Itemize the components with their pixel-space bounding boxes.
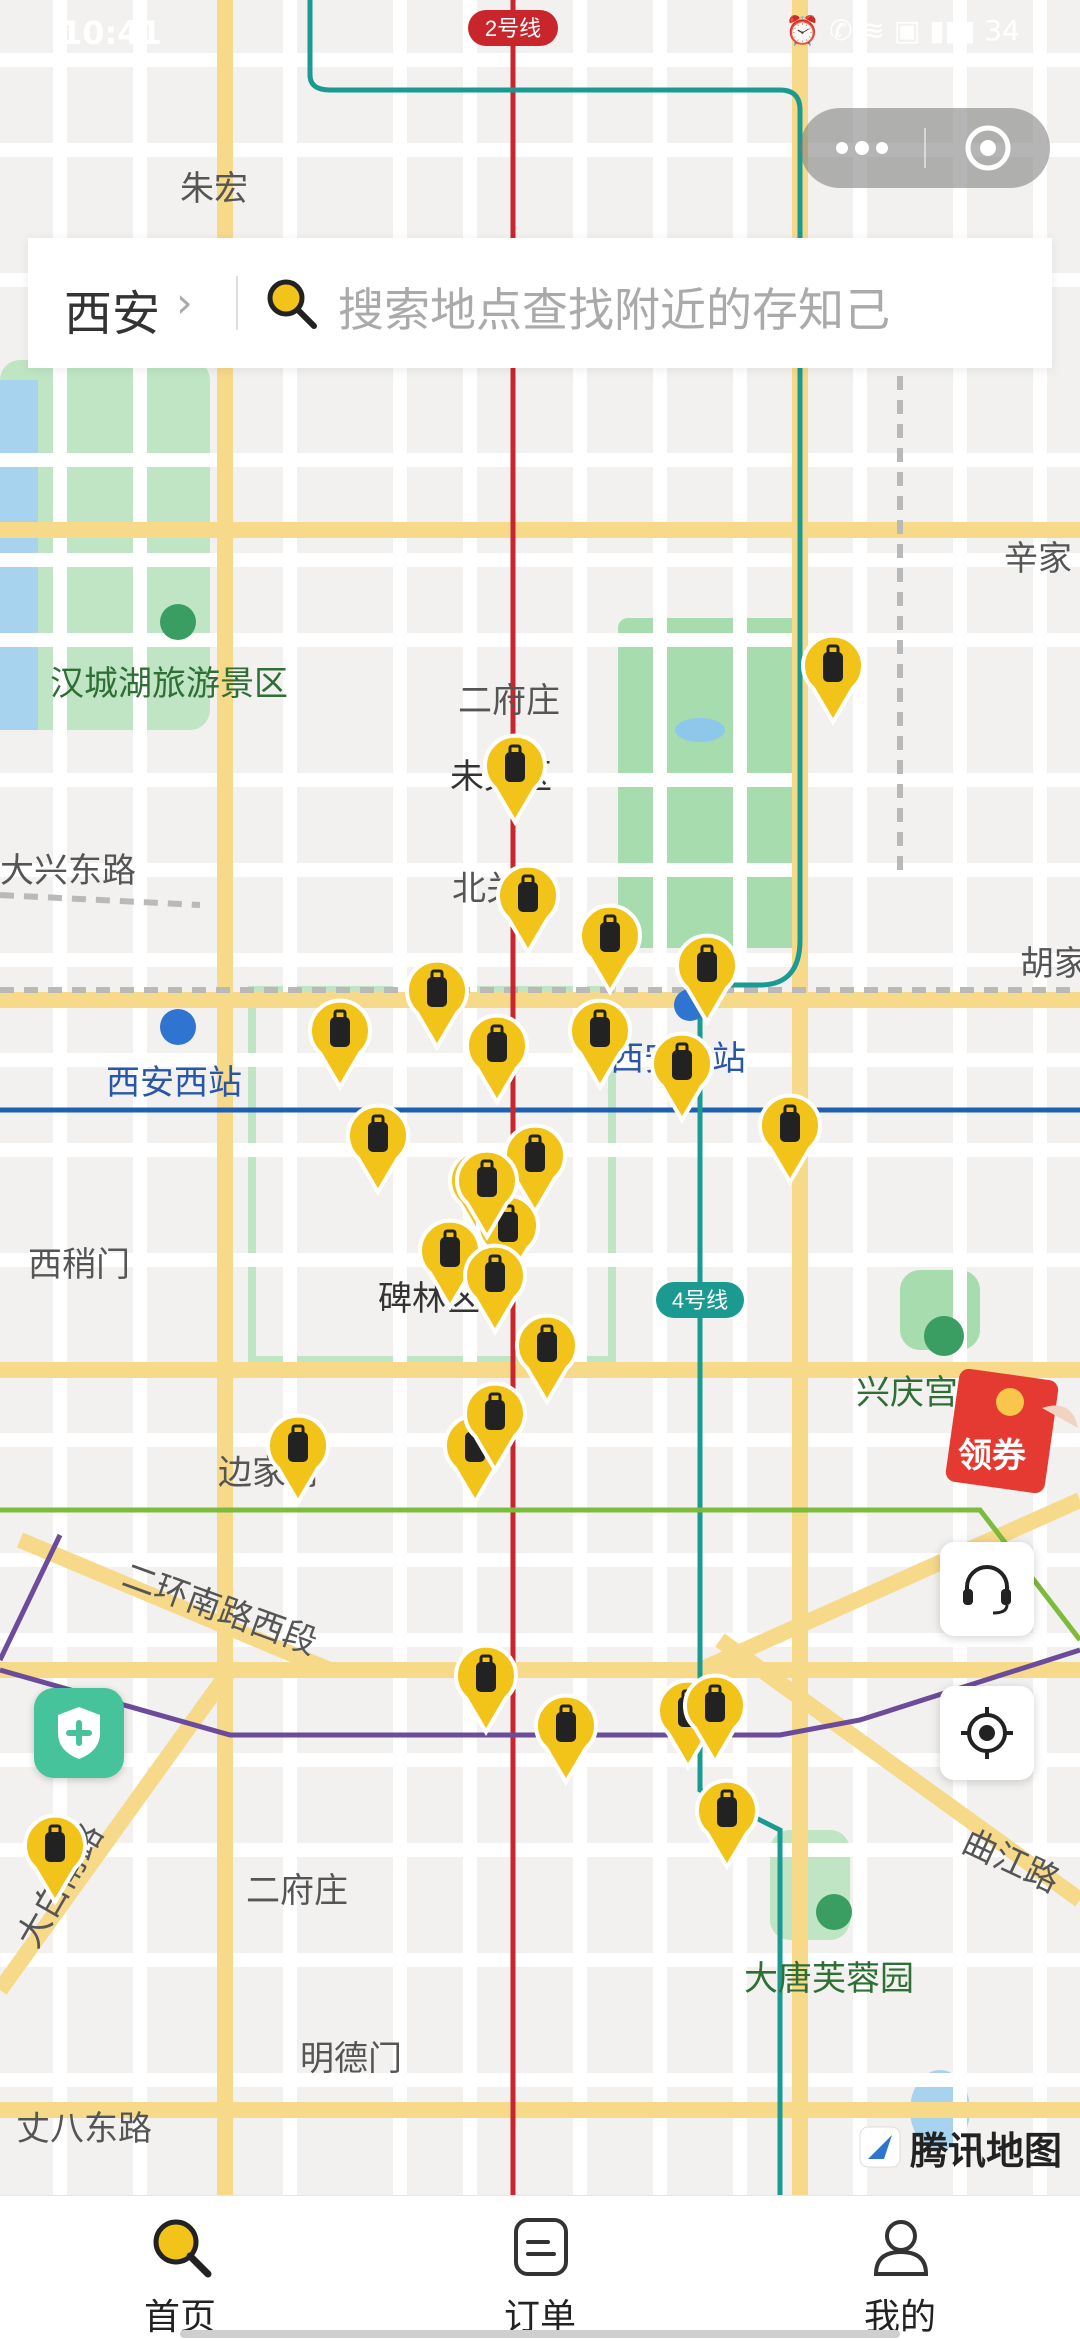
map-attribution: 腾讯地图 xyxy=(858,2120,1062,2174)
locate-button[interactable] xyxy=(940,1686,1034,1780)
home-indicator xyxy=(180,2330,900,2338)
scenic-icon xyxy=(160,604,196,640)
status-time: 10:41 xyxy=(60,14,162,52)
map-label: 胡家 xyxy=(1020,945,1080,983)
search-divider xyxy=(236,276,238,330)
bottom-tab-bar: 首页 订单 我的 xyxy=(0,2195,1080,2341)
map-label: 兴庆宫 xyxy=(856,1374,958,1412)
map-label: 大唐芙蓉园 xyxy=(744,1960,914,1998)
status-bar: 10:41 ⏰ ✆ ≋ ▣ ▮▮▮ 34 xyxy=(0,0,1080,60)
map-label: 朱宏 xyxy=(180,170,248,208)
search-icon xyxy=(267,279,317,329)
user-icon xyxy=(873,2220,929,2276)
shield-icon xyxy=(58,1707,100,1759)
search-bar: 西安 › 搜索地点查找附近的存知己 xyxy=(28,238,1052,368)
coupon-button[interactable]: 领券 xyxy=(944,1368,1080,1494)
scenic-icon xyxy=(816,1894,852,1930)
city-selector[interactable]: 西安 xyxy=(64,274,160,344)
attribution-label: 腾讯地图 xyxy=(910,2128,1063,2173)
metro-badge-line4: 4号线 xyxy=(656,1282,744,1318)
map-label: 二府庄 xyxy=(246,1872,348,1910)
more-icon xyxy=(836,141,888,155)
map-label: 二府庄 xyxy=(458,682,560,720)
search-input[interactable]: 搜索地点查找附近的存知己 xyxy=(338,274,890,340)
station-icon xyxy=(160,1009,196,1045)
map-label: 西稍门 xyxy=(28,1246,130,1284)
chevron-right-icon: › xyxy=(176,278,193,327)
locate-icon xyxy=(961,1707,1013,1759)
safety-button[interactable] xyxy=(34,1688,124,1778)
map-label: 西安西站 xyxy=(106,1064,242,1102)
order-icon xyxy=(514,2218,568,2276)
coupon-label: 领券 xyxy=(958,1436,1026,1476)
search-icon xyxy=(153,2219,212,2278)
scenic-icon xyxy=(924,1316,964,1356)
tab-profile[interactable]: 我的 xyxy=(720,2196,1080,2341)
map-label: 明德门 xyxy=(300,2040,402,2078)
status-icons: ⏰ ✆ ≋ ▣ ▮▮▮ 34 xyxy=(785,14,1020,47)
map-label: 汉城湖旅游景区 xyxy=(50,665,288,703)
tab-home[interactable]: 首页 xyxy=(0,2196,360,2341)
headset-icon xyxy=(963,1565,1011,1615)
map-label: 丈八东路 xyxy=(16,2110,152,2148)
tab-orders[interactable]: 订单 xyxy=(360,2196,720,2341)
svg-text:4号线: 4号线 xyxy=(672,1288,728,1313)
tencent-maps-logo-icon xyxy=(859,2126,901,2168)
customer-service-button[interactable] xyxy=(940,1542,1034,1636)
map-label: 辛家 xyxy=(1004,540,1072,578)
close-button[interactable] xyxy=(926,108,1050,188)
map-label: 大兴东路 xyxy=(0,852,136,890)
miniprogram-capsule xyxy=(800,108,1050,188)
water xyxy=(675,718,725,742)
close-target-icon xyxy=(965,125,1011,171)
more-button[interactable] xyxy=(800,108,924,188)
